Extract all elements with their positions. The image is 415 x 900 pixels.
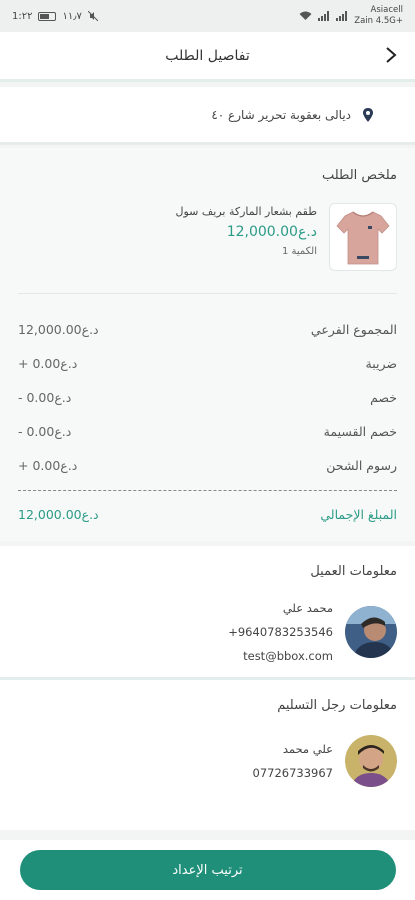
address-text: ديالى بعقوبة تحرير شارع ٤٠: [211, 107, 351, 122]
product-quantity: الكمية 1: [281, 246, 317, 257]
total-value: د.ع12,000.00: [18, 506, 99, 522]
back-button[interactable]: [381, 45, 401, 65]
discount-value: - د.ع0.00: [18, 389, 72, 405]
total-label: المبلغ الإجمالي: [320, 506, 397, 522]
delivery-address: ديالى بعقوبة تحرير شارع ٤٠: [0, 87, 415, 145]
location-pin-icon: [363, 107, 373, 122]
delivery-card: علي محمد 07726733967: [18, 735, 397, 787]
customer-name: محمد علي: [282, 601, 333, 615]
mute-icon: [87, 11, 98, 21]
carrier-line-1: Asiacell: [370, 5, 403, 15]
bottom-bar: ترتيب الإعداد: [0, 840, 415, 900]
subtotal-row: المجموع الفرعي د.ع12,000.00: [18, 312, 397, 346]
product-info: طقم بشعار الماركة بريف سول د.ع12,000.00 …: [175, 205, 317, 271]
shipping-label: رسوم الشحن: [326, 457, 397, 473]
subtotal-value: د.ع12,000.00: [18, 321, 99, 337]
coupon-discount-label: خصم القسيمة: [323, 423, 397, 439]
customer-title: معلومات العميل: [310, 564, 397, 579]
total-divider: [18, 490, 397, 491]
discount-label: خصم: [370, 389, 397, 405]
status-left: 1:۲۲ ۱۱٫۷: [12, 11, 98, 22]
page-header: تفاصيل الطلب: [0, 32, 415, 82]
customer-avatar: [345, 606, 397, 658]
shipping-row: رسوم الشحن + د.ع0.00: [18, 448, 397, 482]
status-bar: 1:۲۲ ۱۱٫۷ Asiacell Zain 4.5G+: [0, 0, 415, 32]
delivery-info: معلومات رجل التسليم علي محمد 07726733967: [0, 680, 415, 830]
network-speed: ۱۱٫۷: [62, 10, 82, 22]
tshirt-icon: [336, 211, 390, 265]
delivery-name: علي محمد: [282, 742, 333, 756]
product-image: [329, 203, 397, 271]
avatar-photo-icon: [345, 606, 397, 658]
chevron-right-icon: [386, 47, 397, 63]
status-time: 1:۲۲: [12, 10, 33, 22]
coupon-discount-row: خصم القسيمة - د.ع0.00: [18, 414, 397, 448]
wifi-icon: [299, 11, 312, 20]
summary-divider: [18, 293, 397, 294]
delivery-title: معلومات رجل التسليم: [277, 698, 397, 713]
delivery-phone[interactable]: 07726733967: [253, 766, 333, 780]
summary-title: ملخص الطلب: [321, 168, 397, 183]
battery-icon: [38, 11, 57, 21]
carrier-info: Asiacell Zain 4.5G+: [354, 5, 403, 27]
delivery-details: علي محمد 07726733967: [253, 742, 333, 780]
signal-icon: [318, 11, 330, 21]
avatar-photo-icon: [345, 735, 397, 787]
status-right: Asiacell Zain 4.5G+: [299, 5, 403, 27]
customer-phone[interactable]: +9640783253546: [228, 625, 333, 639]
customer-details: محمد علي +9640783253546 test@bbox.com: [228, 601, 333, 663]
shipping-value: + د.ع0.00: [18, 457, 78, 473]
carrier-line-2: Zain 4.5G+: [354, 16, 403, 26]
delivery-avatar: [345, 735, 397, 787]
signal-icon-2: [336, 11, 348, 21]
customer-info: معلومات العميل محمد علي +9640783253546 t…: [0, 546, 415, 680]
product-name: طقم بشعار الماركة بريف سول: [175, 205, 317, 218]
tax-row: ضريبة + د.ع0.00: [18, 346, 397, 380]
tax-value: + د.ع0.00: [18, 355, 78, 371]
prepare-order-button[interactable]: ترتيب الإعداد: [19, 850, 396, 890]
order-summary: ملخص الطلب طقم بشعار الماركة بريف سول د.…: [0, 148, 415, 541]
product-item[interactable]: طقم بشعار الماركة بريف سول د.ع12,000.00 …: [18, 203, 397, 271]
customer-card: محمد علي +9640783253546 test@bbox.com: [18, 601, 397, 663]
coupon-discount-value: - د.ع0.00: [18, 423, 72, 439]
page-title: تفاصيل الطلب: [165, 47, 250, 64]
product-price: د.ع12,000.00: [226, 224, 317, 240]
total-row: المبلغ الإجمالي د.ع12,000.00: [18, 497, 397, 531]
customer-email[interactable]: test@bbox.com: [228, 649, 333, 663]
discount-row: خصم - د.ع0.00: [18, 380, 397, 414]
subtotal-label: المجموع الفرعي: [310, 321, 397, 337]
tax-label: ضريبة: [365, 355, 397, 371]
